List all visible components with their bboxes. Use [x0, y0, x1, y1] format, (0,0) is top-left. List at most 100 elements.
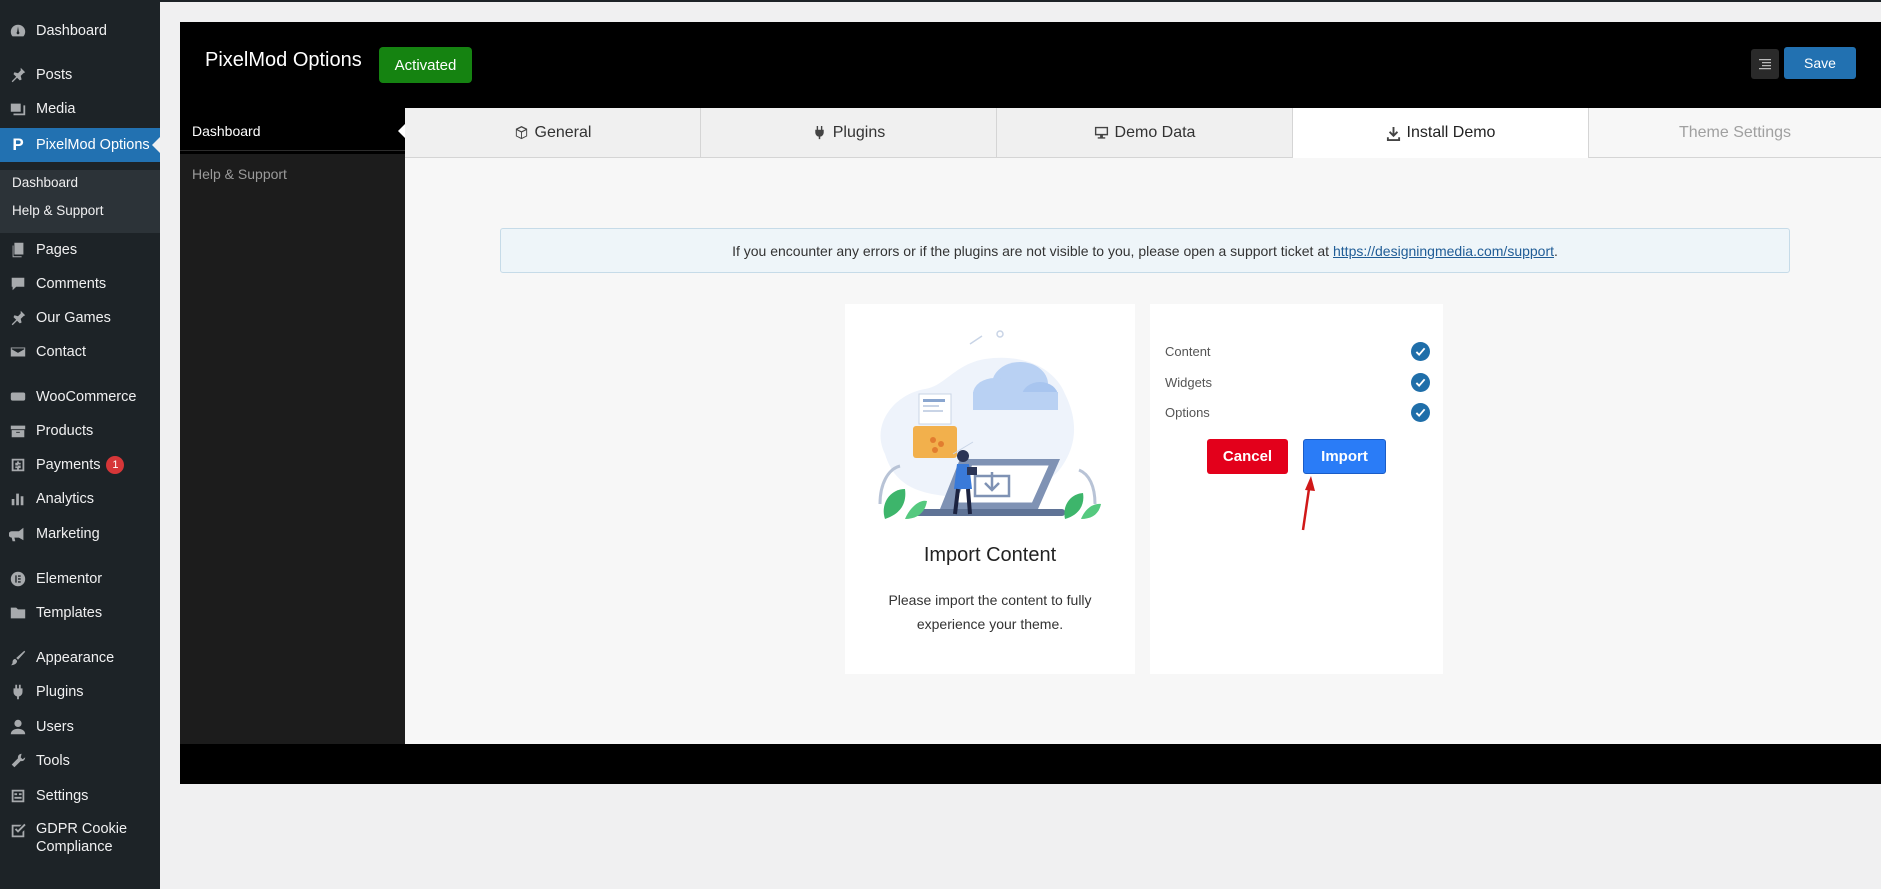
menu-gdpr-label-line2: Compliance: [36, 839, 113, 855]
option-widgets-label: Widgets: [1165, 374, 1212, 390]
import-button[interactable]: Import: [1303, 439, 1386, 474]
panel-nav-help-support[interactable]: Help & Support: [180, 150, 405, 196]
option-content-label: Content: [1165, 343, 1211, 359]
menu-elementor[interactable]: Elementor: [0, 562, 160, 596]
support-link[interactable]: https://designingmedia.com/support: [1333, 243, 1554, 259]
menu-posts[interactable]: Posts: [0, 58, 160, 92]
menu-appearance[interactable]: Appearance: [0, 641, 160, 675]
menu-woocommerce[interactable]: WooCommerce: [0, 380, 160, 414]
comment-icon: [0, 275, 36, 293]
pushpin-icon: [0, 66, 36, 84]
menu-dashboard[interactable]: Dashboard: [0, 14, 160, 48]
menu-analytics-label: Analytics: [36, 491, 95, 507]
menu-users[interactable]: Users: [0, 710, 160, 744]
user-icon: [0, 718, 36, 736]
import-content-description: Please import the content to fully exper…: [888, 592, 1092, 632]
check-circle-icon: [1411, 372, 1430, 392]
checkbox-icon: [0, 820, 36, 840]
pushpin-icon: [0, 309, 36, 327]
dashboard-icon: [0, 22, 36, 40]
option-options[interactable]: Options: [1165, 401, 1430, 423]
red-arrow-annotation: [1301, 476, 1315, 531]
tab-demo-data[interactable]: Demo Data: [997, 108, 1293, 158]
tab-demo-data-label: Demo Data: [1114, 123, 1196, 141]
menu-posts-label: Posts: [36, 67, 73, 83]
megaphone-icon: [0, 525, 36, 543]
plug-icon: [815, 125, 824, 140]
menu-tools-label: Tools: [36, 753, 70, 769]
menu-dashboard-label: Dashboard: [36, 23, 107, 39]
menu-elementor-label: Elementor: [36, 571, 103, 587]
plugin-icon: [0, 683, 36, 701]
menu-payments-label: Payments: [36, 457, 101, 473]
menu-plugins[interactable]: Plugins: [0, 675, 160, 709]
menu-comments-label: Comments: [36, 276, 107, 292]
menu-plugins-label: Plugins: [36, 684, 84, 700]
menu-settings[interactable]: Settings: [0, 779, 160, 813]
menu-payments[interactable]: Payments 1: [0, 448, 160, 482]
option-content[interactable]: Content: [1165, 340, 1430, 362]
option-widgets[interactable]: Widgets: [1165, 371, 1430, 393]
menu-marketing-label: Marketing: [36, 526, 100, 542]
menu-gdpr-label: GDPR Cookie Compliance: [36, 820, 127, 856]
wp-admin-sidebar: Dashboard Posts Media P PixelMod Options…: [0, 0, 160, 889]
option-options-label: Options: [1165, 404, 1210, 420]
menu-media-label: Media: [36, 101, 76, 117]
download-icon: [1386, 126, 1400, 141]
menu-settings-label: Settings: [36, 788, 89, 804]
tab-theme-settings[interactable]: Theme Settings: [1589, 108, 1881, 158]
menu-tools[interactable]: Tools: [0, 744, 160, 778]
menu-gdpr-cookie-compliance[interactable]: GDPR Cookie Compliance: [0, 820, 160, 860]
cloud-download-illustration: [878, 330, 1101, 519]
panel-main: General Plugins Demo Data Install Demo T…: [405, 108, 1881, 744]
menu-products-label: Products: [36, 423, 94, 439]
woo-icon: [0, 388, 36, 406]
import-content-card: Import Content Please import the content…: [845, 304, 1135, 674]
settings-icon: [0, 787, 36, 805]
tab-plugins[interactable]: Plugins: [701, 108, 997, 158]
cancel-button[interactable]: Cancel: [1207, 439, 1288, 474]
pixelmod-p-icon: P: [12, 135, 24, 154]
menu-users-label: Users: [36, 719, 74, 735]
desktop-icon: [1094, 126, 1108, 139]
menu-media[interactable]: Media: [0, 92, 160, 126]
submenu-help-support[interactable]: Help & Support: [12, 203, 104, 218]
tab-general[interactable]: General: [405, 108, 701, 158]
menu-gdpr-label-line1: GDPR Cookie: [36, 821, 128, 837]
panel-header: PixelMod Options Activated Save: [180, 22, 1881, 108]
menu-contact-label: Contact: [36, 344, 86, 360]
menu-analytics[interactable]: Analytics: [0, 482, 160, 516]
menu-marketing[interactable]: Marketing: [0, 517, 160, 551]
menu-contact[interactable]: Contact: [0, 335, 160, 369]
tab-install-demo-label: Install Demo: [1406, 124, 1496, 141]
tab-general-label: General: [534, 123, 592, 141]
expand-toggle-button[interactable]: [1751, 49, 1779, 79]
import-options-card: Content Widgets Options Cancel Import: [1150, 304, 1443, 674]
tab-install-demo[interactable]: Install Demo: [1293, 108, 1589, 158]
menu-templates[interactable]: Templates: [0, 596, 160, 630]
save-button[interactable]: Save: [1784, 47, 1856, 79]
support-notice-text: If you encounter any errors or if the pl…: [732, 242, 1329, 259]
menu-pages-label: Pages: [36, 242, 78, 258]
paintbrush-icon: [0, 649, 36, 667]
tab-bar: General Plugins Demo Data Install Demo T…: [405, 108, 1881, 158]
submenu-dashboard[interactable]: Dashboard: [12, 175, 78, 190]
payments-count-badge: 1: [106, 456, 125, 474]
panel-title: PixelMod Options: [205, 49, 362, 71]
menu-products[interactable]: Products: [0, 414, 160, 448]
check-circle-icon: [1411, 341, 1430, 361]
panel-sidebar: Dashboard Help & Support: [180, 108, 405, 744]
menu-our-games[interactable]: Our Games: [0, 301, 160, 335]
menu-pages[interactable]: Pages: [0, 233, 160, 267]
menu-our-games-label: Our Games: [36, 310, 111, 326]
check-circle-icon: [1411, 402, 1430, 422]
archive-icon: [0, 422, 36, 440]
menu-comments[interactable]: Comments: [0, 267, 160, 301]
bar-chart-icon: [0, 490, 36, 508]
dollar-icon: [0, 456, 36, 474]
menu-pixelmod-options[interactable]: P PixelMod Options: [0, 128, 160, 162]
menu-woocommerce-label: WooCommerce: [36, 389, 137, 405]
menu-templates-label: Templates: [36, 605, 103, 621]
panel-nav-dashboard[interactable]: Dashboard: [180, 108, 405, 154]
wrench-icon: [0, 752, 36, 770]
